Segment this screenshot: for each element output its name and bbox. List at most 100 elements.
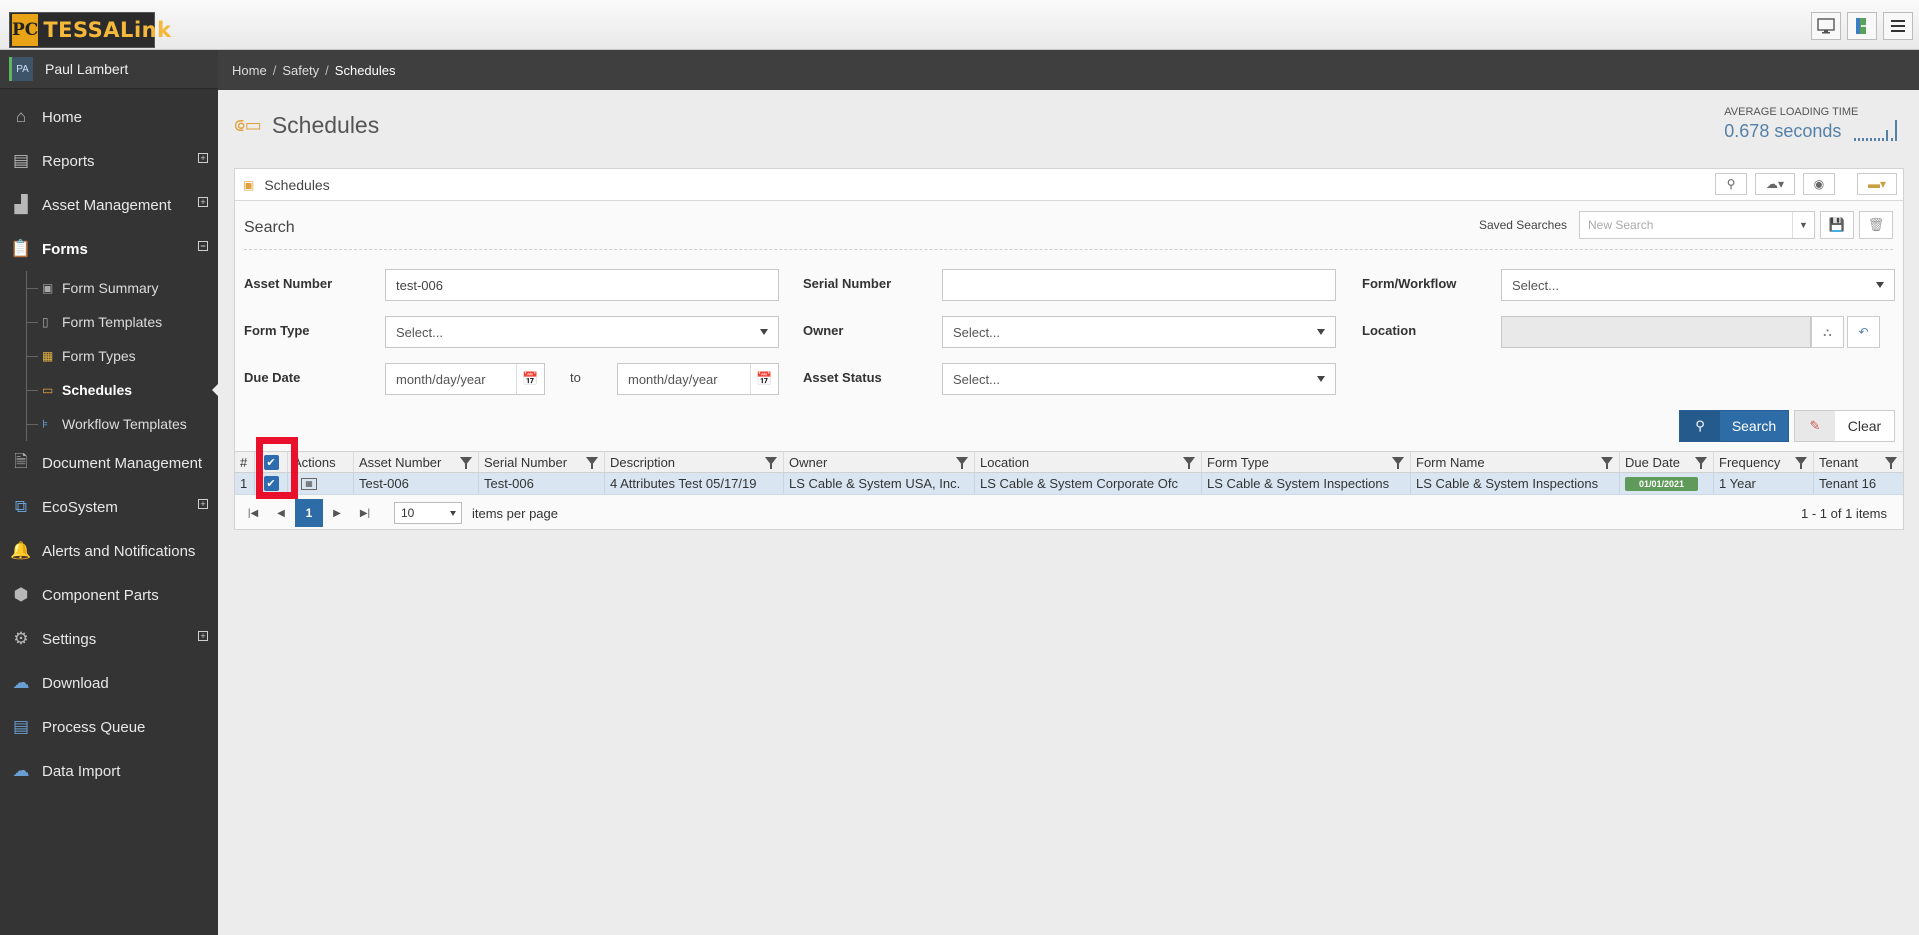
ecosystem-icon: ⧉ [14,497,28,516]
filter-icon[interactable] [956,457,968,469]
sidebar-item-ecosystem[interactable]: ⧉ EcoSystem + [0,485,218,529]
page-number-current[interactable]: 1 [295,499,323,527]
prev-page-icon[interactable]: ◀ [267,499,295,527]
asset-status-value: Select... [953,371,1000,387]
calendar-icon[interactable]: 📅 [750,364,778,394]
expand-icon[interactable]: + [198,153,208,163]
col-header-label: Description [610,454,676,470]
sidebar-item-home[interactable]: ⌂ Home [0,95,218,139]
delete-search-button[interactable]: 🗑 [1859,211,1893,239]
toolbar-view-button[interactable]: ◉ [1803,173,1835,195]
save-search-button[interactable]: 💾 [1820,211,1854,239]
row-checkbox[interactable]: ✔ [263,476,279,491]
exit-icon[interactable] [1847,12,1877,40]
form-workflow-select[interactable]: Select... [1501,269,1895,301]
user-row[interactable]: PA Paul Lambert [0,50,218,89]
sidebar-item-document-management[interactable]: 🗎 Document Management [0,441,218,485]
sidebar-item-download[interactable]: ☁ Download [0,661,218,705]
col-header-form-name[interactable]: Form Name [1411,452,1620,472]
monitor-icon[interactable] [1811,12,1841,40]
location-reset-button[interactable]: ↶ [1847,316,1880,348]
sidebar-item-forms[interactable]: 📋 Forms − [0,227,218,271]
items-per-page-select[interactable]: 10 [394,502,462,524]
col-header-label: Form Name [1416,454,1485,470]
cloud-download-icon: ☁▾ [1765,177,1785,191]
cell-tenant: Tenant 16 [1819,476,1877,491]
queue-icon: ▤ [12,717,30,736]
col-header-serial-number[interactable]: Serial Number [479,452,605,472]
col-header-asset-number[interactable]: Asset Number [354,452,479,472]
sidebar-subitem-form-types[interactable]: ▦ Form Types [0,339,218,373]
sidebar-item-settings[interactable]: ⚙ Settings + [0,617,218,661]
active-caret [212,383,219,397]
clear-button[interactable]: ✎ Clear [1794,410,1895,442]
loading-time-value: 0.678 seconds [1724,121,1842,141]
filter-icon[interactable] [1795,457,1807,469]
chevron-down-icon[interactable]: ▼ [1792,212,1814,238]
saved-searches-select[interactable]: New Search ▼ [1579,211,1815,239]
form-type-value: Select... [396,324,443,340]
location-tree-button[interactable]: ⛬ [1811,316,1844,348]
col-header-description[interactable]: Description [605,452,784,472]
filter-icon[interactable] [1885,457,1897,469]
toolbar-search-button[interactable]: ⚲ [1715,173,1747,195]
upload-icon: ☁ [12,761,30,780]
asset-status-select[interactable]: Select... [942,363,1336,395]
sidebar-item-label: EcoSystem [42,498,118,516]
expand-icon[interactable]: + [198,631,208,641]
filter-icon[interactable] [460,457,472,469]
filter-icon[interactable] [1183,457,1195,469]
col-header-owner[interactable]: Owner [784,452,975,472]
table-row[interactable]: 1 ✔ ▦ Test-006 Test-006 4 Attributes Tes… [235,473,1903,495]
search-button[interactable]: ⚲ Search [1679,410,1789,442]
layout-icon: ▬▾ [1867,177,1887,191]
filter-icon[interactable] [1601,457,1613,469]
menu-icon[interactable] [1883,12,1913,40]
filter-icon[interactable] [1392,457,1404,469]
sidebar-item-alerts[interactable]: 🔔 Alerts and Notifications [0,529,218,573]
col-header-frequency[interactable]: Frequency [1714,452,1814,472]
sidebar-subitem-schedules[interactable]: ▭ Schedules [0,373,219,407]
serial-number-input[interactable] [942,269,1336,301]
sidebar-subitem-workflow-templates[interactable]: ⊧ Workflow Templates [0,407,218,441]
col-header-tenant[interactable]: Tenant [1814,452,1903,472]
due-date-to-label: to [570,370,581,385]
cell-location: LS Cable & System Corporate Ofc [975,473,1202,494]
sidebar-item-process-queue[interactable]: ▤ Process Queue [0,705,218,749]
due-date-to-input[interactable]: month/day/year 📅 [617,363,779,395]
expand-icon[interactable]: + [198,499,208,509]
col-header-location[interactable]: Location [975,452,1202,472]
breadcrumb-safety[interactable]: Safety [282,63,319,78]
due-date-from-input[interactable]: month/day/year 📅 [385,363,545,395]
loading-sparkline [1854,120,1897,141]
sidebar-item-reports[interactable]: ▤ Reports + [0,139,218,183]
col-header-due-date[interactable]: Due Date [1620,452,1714,472]
col-header-form-type[interactable]: Form Type [1202,452,1411,472]
sidebar-item-asset-management[interactable]: ▟ Asset Management + [0,183,218,227]
sidebar-item-data-import[interactable]: ☁ Data Import [0,749,218,793]
collapse-icon[interactable]: − [198,241,208,251]
select-all-checkbox[interactable]: ✔ [263,454,279,470]
grid-header: # ✔ Actions Asset Number Serial Number D… [235,451,1903,473]
first-page-icon[interactable]: |◀ [239,499,267,527]
calendar-icon[interactable]: 📅 [516,364,544,394]
sidebar-subitem-form-summary[interactable]: ▣ Form Summary [0,271,218,305]
app-logo[interactable]: PC TESSALink [9,12,171,48]
toolbar-layout-button[interactable]: ▬▾ [1857,173,1897,195]
calendar-grid-icon[interactable]: ▦ [301,477,317,490]
sidebar-subitem-form-templates[interactable]: ▯ Form Templates [0,305,218,339]
cell-due-date: 01/01/2021 [1620,473,1714,494]
filter-icon[interactable] [765,457,777,469]
expand-icon[interactable]: + [198,197,208,207]
owner-select[interactable]: Select... [942,316,1336,348]
filter-icon[interactable] [586,457,598,469]
last-page-icon[interactable]: ▶| [351,499,379,527]
next-page-icon[interactable]: ▶ [323,499,351,527]
toolbar-export-button[interactable]: ☁▾ [1755,173,1795,195]
form-type-select[interactable]: Select... [385,316,779,348]
filter-icon[interactable] [1695,457,1707,469]
asset-number-input[interactable]: test-006 [385,269,779,301]
breadcrumb-home[interactable]: Home [232,63,267,78]
loading-time-label: AVERAGE LOADING TIME [1724,106,1859,118]
sidebar-item-component-parts[interactable]: ⬢ Component Parts [0,573,218,617]
